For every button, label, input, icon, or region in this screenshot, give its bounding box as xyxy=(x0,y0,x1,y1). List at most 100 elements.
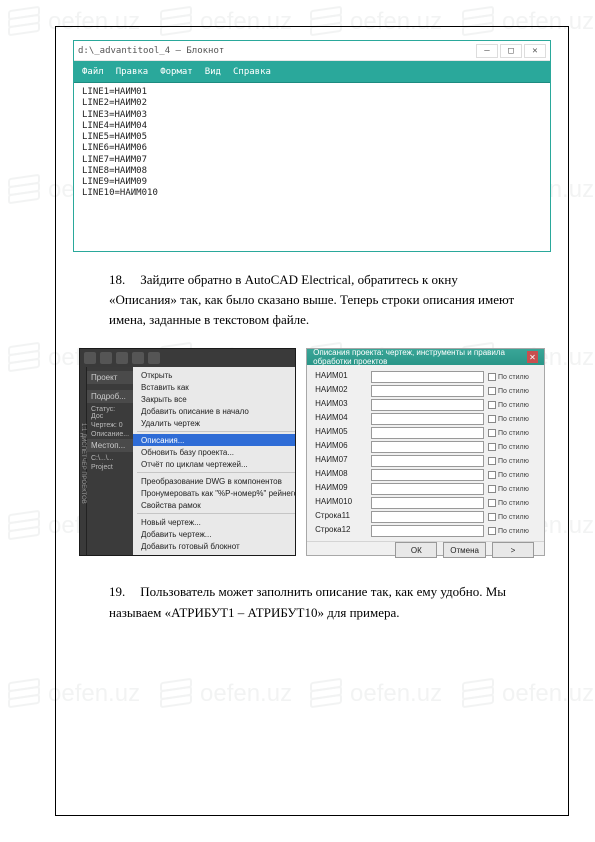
dialog-row-label: НАИМ04 xyxy=(315,413,367,425)
dialog-row-input[interactable] xyxy=(371,497,484,509)
sidebar-group-header[interactable]: Местоп... xyxy=(87,439,133,452)
dialog-row-input[interactable] xyxy=(371,483,484,495)
context-menu-item[interactable]: Описания... xyxy=(133,434,296,446)
dialog-row-label: Строка12 xyxy=(315,525,367,537)
notepad-body[interactable]: LINE1=НАИМ01 LINE2=НАИМ02 LINE3=НАИМ03 L… xyxy=(74,83,550,204)
context-menu-item[interactable]: Удалить чертеж xyxy=(133,417,296,429)
context-menu-item[interactable]: Добавить готовый блокнот xyxy=(133,540,296,552)
context-menu-item[interactable]: Новый чертеж... xyxy=(133,516,296,528)
dialog-row-checkbox[interactable]: По стилю xyxy=(488,385,536,397)
menu-view[interactable]: Вид xyxy=(205,67,221,77)
menu-separator xyxy=(137,513,296,514)
sidebar-group-header[interactable]: Проект xyxy=(87,371,133,384)
cad-sidebar: Проект Подроб... Статус: ДосЧертеж: 0Описа… xyxy=(87,367,133,555)
dialog-close-button[interactable]: ✕ xyxy=(527,351,538,363)
cad-tool-icon[interactable] xyxy=(116,352,128,364)
menu-help[interactable]: Справка xyxy=(233,67,271,77)
more-button[interactable]: > xyxy=(492,542,534,558)
minimize-button[interactable]: — xyxy=(476,44,498,58)
cad-vertical-tab[interactable]: 1:1 ДИСПЕТЧЕР ПРОЕКТОВ xyxy=(80,367,87,555)
dialog-row-label: НАИМ08 xyxy=(315,469,367,481)
dialog-row-input[interactable] xyxy=(371,469,484,481)
menu-separator xyxy=(137,431,296,432)
dialog-row-checkbox[interactable]: По стилю xyxy=(488,413,536,425)
notepad-title: d:\_advantitool_4 — Блокнот xyxy=(78,46,224,56)
dialog-row-input[interactable] xyxy=(371,455,484,467)
notepad-menubar: Файл Правка Формат Вид Справка xyxy=(74,61,550,83)
screenshot-autocad-menu: 1:1 ДИСПЕТЧЕР ПРОЕКТОВ Проект Подроб... Ст… xyxy=(79,348,296,556)
dialog-row-label: НАИМ02 xyxy=(315,385,367,397)
menu-format[interactable]: Формат xyxy=(160,67,193,77)
dialog-row-checkbox[interactable]: По стилю xyxy=(488,483,536,495)
context-menu-item[interactable]: Пронумеровать как "%P-номер%" рейнего xyxy=(133,487,296,499)
dialog-row-checkbox[interactable]: По стилю xyxy=(488,371,536,383)
cad-context-menu: ОткрытьВставить какЗакрыть всеДобавить о… xyxy=(133,367,296,555)
close-button[interactable]: ✕ xyxy=(524,44,546,58)
page-content: d:\_advantitool_4 — Блокнот — □ ✕ Файл П… xyxy=(55,26,569,816)
context-menu-item[interactable]: Добавить чертеж... xyxy=(133,528,296,540)
sidebar-item: Project xyxy=(87,463,133,472)
screenshot-notepad: d:\_advantitool_4 — Блокнот — □ ✕ Файл П… xyxy=(73,40,551,252)
maximize-button[interactable]: □ xyxy=(500,44,522,58)
context-menu-item[interactable]: Открыть xyxy=(133,369,296,381)
dialog-row-input[interactable] xyxy=(371,427,484,439)
dialog-footer: ОК Отмена > xyxy=(307,541,544,558)
dialog-row-checkbox[interactable]: По стилю xyxy=(488,441,536,453)
context-menu-item[interactable]: Отчёт по циклам чертежей... xyxy=(133,458,296,470)
menu-edit[interactable]: Правка xyxy=(116,67,149,77)
dialog-row-checkbox[interactable]: По стилю xyxy=(488,497,536,509)
dialog-row-checkbox[interactable]: По стилю xyxy=(488,399,536,411)
cad-tool-icon[interactable] xyxy=(148,352,160,364)
dialog-title: Описания проекта: чертеж, инструменты и … xyxy=(313,348,527,366)
sidebar-item: Описание... xyxy=(87,430,133,439)
dialog-row-label: НАИМ09 xyxy=(315,483,367,495)
paragraph-19: 19. Пользователь может заполнить описани… xyxy=(109,582,523,622)
dialog-row-input[interactable] xyxy=(371,385,484,397)
context-menu-item[interactable]: Преобразование DWG в компонентов xyxy=(133,475,296,487)
dialog-row-checkbox[interactable]: По стилю xyxy=(488,427,536,439)
context-menu-item[interactable]: Обновить базу проекта... xyxy=(133,446,296,458)
paragraph-18: 18. Зайдите обратно в AutoCAD Electrical… xyxy=(109,270,523,330)
dialog-body: НАИМ01 По стилю НАИМ02 По стилю НАИМ03 По сти… xyxy=(307,365,544,541)
para-number: 18. xyxy=(109,270,137,290)
dialog-row-label: НАИМ03 xyxy=(315,399,367,411)
dialog-row-input[interactable] xyxy=(371,441,484,453)
context-menu-item[interactable]: Вставить как xyxy=(133,381,296,393)
sidebar-item: Чертеж: 0 xyxy=(87,421,133,430)
dialog-row-label: НАИМ01 xyxy=(315,371,367,383)
dialog-row-input[interactable] xyxy=(371,399,484,411)
cad-tool-icon[interactable] xyxy=(132,352,144,364)
cad-tool-icon[interactable] xyxy=(100,352,112,364)
dialog-row-input[interactable] xyxy=(371,371,484,383)
dialog-row-label: НАИМ07 xyxy=(315,455,367,467)
notepad-titlebar: d:\_advantitool_4 — Блокнот — □ ✕ xyxy=(74,41,550,61)
sidebar-item: C:\...\... xyxy=(87,454,133,463)
cancel-button[interactable]: Отмена xyxy=(443,542,486,558)
dialog-row-checkbox[interactable]: По стилю xyxy=(488,525,536,537)
cad-toolbar xyxy=(80,349,295,367)
dialog-row-checkbox[interactable]: По стилю xyxy=(488,455,536,467)
context-menu-item[interactable]: Добавить описание в начало xyxy=(133,405,296,417)
context-menu-item[interactable]: Закрыть все xyxy=(133,393,296,405)
dialog-row-input[interactable] xyxy=(371,525,484,537)
para-number: 19. xyxy=(109,582,137,602)
context-menu-item[interactable]: Удалить чертеж xyxy=(133,552,296,556)
dialog-row-input[interactable] xyxy=(371,511,484,523)
screenshot-dialog: Описания проекта: чертеж, инструменты и … xyxy=(306,348,545,556)
dialog-row-label: НАИМ010 xyxy=(315,497,367,509)
dialog-row-checkbox[interactable]: По стилю xyxy=(488,469,536,481)
menu-separator xyxy=(137,472,296,473)
cad-app-icon xyxy=(84,352,96,364)
sidebar-item: Статус: Дос xyxy=(87,405,133,421)
menu-file[interactable]: Файл xyxy=(82,67,104,77)
dialog-row-input[interactable] xyxy=(371,413,484,425)
context-menu-item[interactable]: Свойства рамок xyxy=(133,499,296,511)
dialog-titlebar: Описания проекта: чертеж, инструменты и … xyxy=(307,349,544,365)
dialog-row-label: Строка11 xyxy=(315,511,367,523)
para-text: Зайдите обратно в AutoCAD Electrical, об… xyxy=(109,272,514,327)
ok-button[interactable]: ОК xyxy=(395,542,437,558)
dialog-row-checkbox[interactable]: По стилю xyxy=(488,511,536,523)
dialog-row-label: НАИМ05 xyxy=(315,427,367,439)
sidebar-group-header[interactable]: Подроб... xyxy=(87,390,133,403)
screenshot-row-2: 1:1 ДИСПЕТЧЕР ПРОЕКТОВ Проект Подроб... Ст… xyxy=(79,348,545,556)
